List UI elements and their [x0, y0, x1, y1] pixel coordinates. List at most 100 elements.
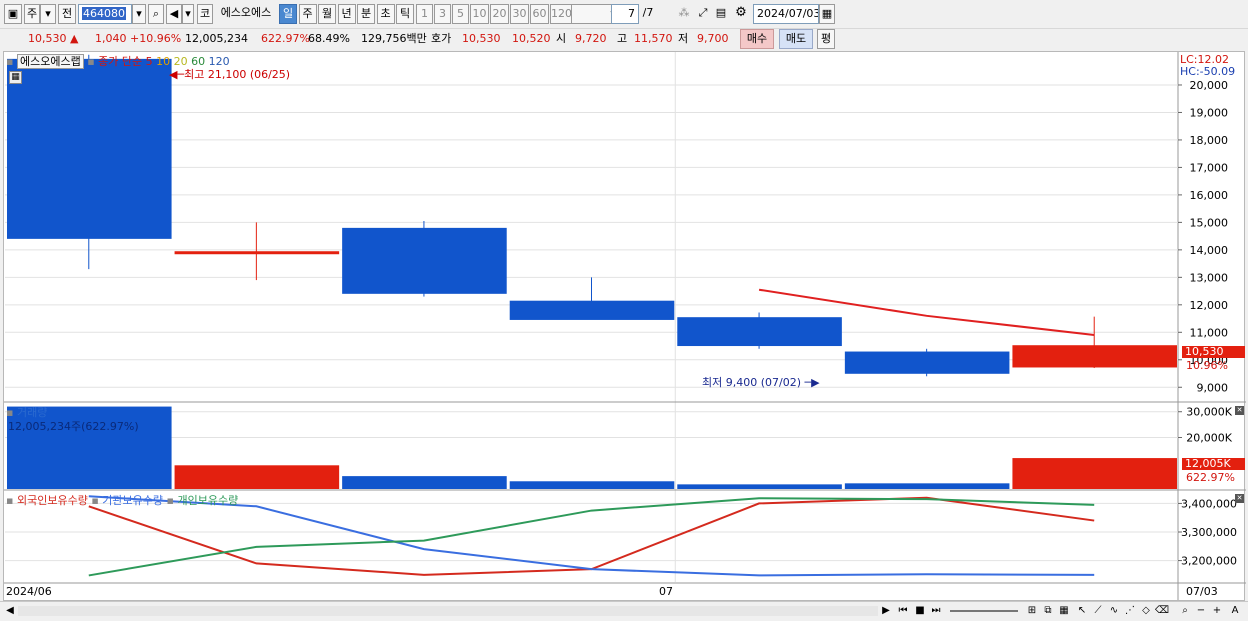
holdings-series-line-1 — [88, 495, 1095, 577]
tab-timeframe-tick[interactable]: 틱 — [396, 4, 414, 24]
price-tick-label: 15,000 — [1190, 216, 1229, 229]
stock-name-field[interactable]: 에스오에스 — [214, 4, 278, 24]
buy-label: 매수 — [746, 32, 768, 45]
scroll-right-icon[interactable]: ▶ — [878, 603, 894, 619]
price-tick-label: 16,000 — [1190, 189, 1229, 202]
tab-timeframe-minute[interactable]: 분 — [357, 4, 375, 24]
volume-current-pct: 622.97% — [1186, 471, 1235, 484]
save-icon[interactable]: ▤ — [713, 4, 729, 24]
period-dropdown-icon[interactable]: ▾ — [40, 4, 56, 24]
date-input[interactable]: 2024/07/03 — [753, 4, 819, 24]
quote-bar: 10,530 ▲ 1,040 +10.96% 12,005,234 622.97… — [0, 29, 1248, 49]
page-total: /7 — [639, 4, 657, 24]
page-input[interactable]: 7 — [611, 4, 639, 24]
magnify-icon[interactable]: ⌕ — [1177, 603, 1193, 619]
low-price: 9,700 — [697, 32, 729, 45]
mode-button[interactable]: 전 — [58, 4, 76, 24]
chart-area[interactable]: 20,000 19,000 18,000 17,000 16,000 15,000 14,0… — [3, 51, 1246, 602]
chart-canvas[interactable]: 20,000 19,000 18,000 17,000 16,000 15,000 14,0… — [4, 52, 1246, 602]
ask-price: 10,530 — [462, 32, 501, 45]
grid-table-icon[interactable]: ▦ — [9, 71, 22, 84]
market-button[interactable]: 코 — [197, 4, 213, 24]
speaker-icon[interactable]: ◀ — [166, 4, 182, 24]
stop-icon[interactable]: ■ — [912, 603, 928, 619]
foreign-holdings-legend: 외국인보유수량 — [16, 494, 88, 507]
tab-timeframe-week[interactable]: 주 — [298, 4, 317, 24]
volume-bar — [844, 483, 1010, 489]
interval-button-1[interactable]: 1 — [416, 4, 433, 24]
scroll-track[interactable] — [18, 606, 878, 616]
open-price: 9,720 — [575, 32, 607, 45]
window-icon[interactable]: ▣ — [4, 4, 22, 24]
volume-bar — [509, 481, 675, 489]
compare-icon[interactable]: ⁂ — [676, 4, 692, 24]
first-page-icon[interactable]: ⏮ — [895, 603, 911, 619]
high-annotation: ◀─최고 21,100 (06/25) — [169, 66, 290, 82]
zoom-out-icon[interactable]: − — [1193, 603, 1209, 619]
stock-legend-label: 에스오에스랩 — [16, 54, 84, 69]
interval-button-5[interactable]: 5 — [452, 4, 469, 24]
eval-label: 평 — [820, 32, 832, 45]
shape-tool-icon[interactable]: ◇ — [1138, 603, 1154, 619]
stock-code-value: 464080 — [82, 7, 126, 20]
price-tick-label: 17,000 — [1190, 161, 1229, 174]
eval-button[interactable]: 평 — [817, 29, 835, 49]
calendar-icon[interactable]: ▦ — [819, 4, 835, 24]
high-price: 11,570 — [634, 32, 673, 45]
ma-legend-label: 종가 단순 — [98, 55, 143, 68]
holdings-series-line-2 — [88, 497, 1095, 577]
volume-close-icon[interactable]: ✕ — [1235, 406, 1244, 415]
price-tick-label: 18,000 — [1190, 134, 1229, 147]
last-page-icon[interactable]: ⏭ — [928, 603, 944, 619]
sell-button[interactable]: 매도 — [779, 29, 813, 49]
tab-timeframe-day[interactable]: 일 — [279, 4, 297, 24]
interval-button-30[interactable]: 30 — [510, 4, 529, 24]
period-type-select[interactable]: 주 — [24, 4, 40, 24]
crosshair-icon[interactable]: ⊞ — [1024, 603, 1040, 619]
scroll-left-icon[interactable]: ◀ — [2, 603, 18, 619]
interval-button-20[interactable]: 20 — [490, 4, 509, 24]
volume-bar — [1012, 458, 1177, 489]
price-tick-label: 20,000 — [1190, 79, 1229, 92]
individual-holdings-legend: 개인보유수량 — [177, 494, 239, 507]
x-axis-right-label: 07/03 — [1186, 585, 1218, 598]
ask-label: 호가 — [431, 32, 452, 45]
tab-timeframe-year[interactable]: 년 — [337, 4, 356, 24]
interval-button-3[interactable]: 3 — [434, 4, 451, 24]
channel-tool-icon[interactable]: ⋰ — [1122, 603, 1138, 619]
holdings-close-icon[interactable]: ✕ — [1235, 494, 1244, 503]
search-icon[interactable]: ⌕ — [148, 4, 164, 24]
date-value: 2024/07/03 — [757, 7, 819, 20]
holdings-panel-header: ▪ 외국인보유수량 ▪ 기관보유수량 ▪ 개인보유수량 — [6, 494, 239, 507]
volume-bar — [677, 484, 842, 489]
buy-button[interactable]: 매수 — [740, 29, 774, 49]
speaker-dropdown-icon[interactable]: ▾ — [182, 4, 194, 24]
trendline-icon[interactable]: ↖ — [1074, 603, 1090, 619]
settings-gear-icon[interactable]: ⚙ — [732, 4, 750, 24]
candle-body — [1012, 345, 1177, 368]
draw-tool-icon[interactable]: ⤢ — [695, 4, 711, 24]
interval-button-120[interactable]: 120 — [550, 4, 572, 24]
price-change: 1,040 +10.96% — [95, 32, 182, 45]
mode-label: 전 — [61, 7, 73, 20]
table-icon[interactable]: ▦ — [1056, 603, 1072, 619]
zoom-in-icon[interactable]: + — [1209, 603, 1225, 619]
code-dropdown-icon[interactable]: ▾ — [132, 4, 146, 24]
x-axis-left-label: 2024/06 — [6, 585, 52, 598]
tab-timeframe-second[interactable]: 초 — [376, 4, 395, 24]
interval-button-10[interactable]: 10 — [470, 4, 489, 24]
page-total-label: /7 — [642, 6, 654, 19]
tab-timeframe-month[interactable]: 월 — [318, 4, 336, 24]
wave-tool-icon[interactable]: ∿ — [1106, 603, 1122, 619]
font-size-icon[interactable]: A — [1227, 603, 1243, 619]
interval-button-60[interactable]: 60 — [530, 4, 549, 24]
hc-label: HC:-50.09 — [1180, 65, 1236, 78]
zoom-slider[interactable] — [950, 610, 1018, 612]
line-tool-icon[interactable]: ⟋ — [1090, 603, 1106, 619]
overlay-icon[interactable]: ⧉ — [1040, 603, 1056, 619]
erase-tool-icon[interactable]: ⌫ — [1154, 603, 1170, 619]
sell-label: 매도 — [785, 32, 807, 45]
price-tick-label: 11,000 — [1190, 326, 1229, 339]
holdings-tick-label: 3,200,000 — [1181, 555, 1237, 568]
stock-code-input[interactable]: 464080 — [78, 4, 132, 24]
